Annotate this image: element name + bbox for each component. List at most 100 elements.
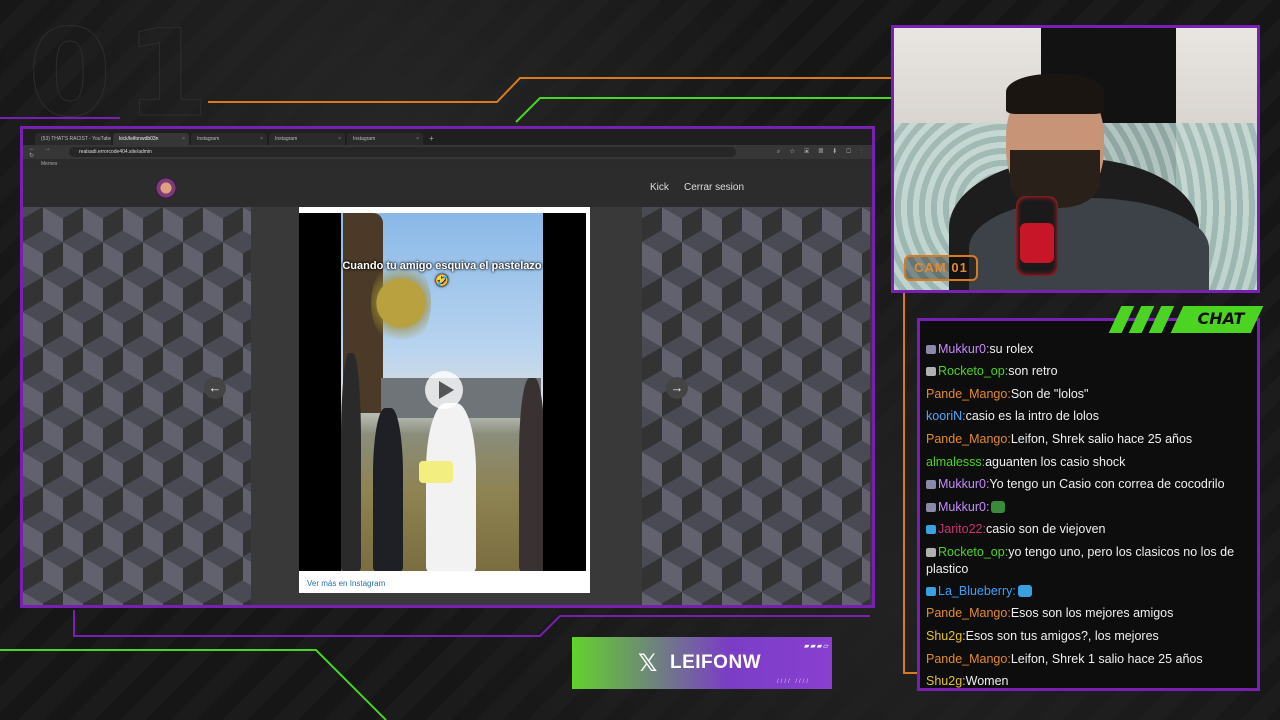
chat-username[interactable]: Pande_Mango bbox=[926, 606, 1007, 620]
close-tab-icon[interactable]: × bbox=[260, 133, 263, 145]
user-badge-icon bbox=[926, 345, 936, 354]
video-player[interactable]: Cuando tu amigo esquiva el pastelazo 🤣 bbox=[299, 213, 586, 571]
chat-text: Women bbox=[965, 674, 1009, 688]
chat-username[interactable]: Mukkur0 bbox=[938, 500, 986, 514]
chat-text: casio es la intro de lolos bbox=[965, 409, 1100, 423]
chat-username[interactable]: Rocketo_op bbox=[938, 545, 1005, 559]
chat-text: casio son de viejoven bbox=[985, 522, 1106, 536]
chat-message: Pande_Mango:Son de "lolos" bbox=[926, 386, 1252, 403]
new-tab-button[interactable]: + bbox=[425, 133, 438, 145]
banner-decoration: ▰▰▰▱ bbox=[804, 643, 830, 650]
browser-tab[interactable]: (53) THAT'S RACIST - YouTube × bbox=[35, 133, 111, 145]
chat-username[interactable]: Pande_Mango bbox=[926, 432, 1007, 446]
cam-label: CAM 01 bbox=[904, 255, 978, 281]
cube-pattern-left bbox=[23, 207, 251, 605]
person-left bbox=[373, 408, 403, 571]
chat-username[interactable]: kooriN bbox=[926, 409, 962, 423]
close-tab-icon[interactable]: × bbox=[416, 133, 419, 145]
browser-tab-label: Instagram bbox=[197, 136, 220, 142]
chat-text: su rolex bbox=[989, 342, 1034, 356]
user-badge-icon bbox=[926, 525, 936, 534]
nav-buttons[interactable]: ← → ↻ bbox=[23, 146, 69, 159]
browser-capture: (53) THAT'S RACIST - YouTube × kick/leifon… bbox=[20, 126, 875, 608]
user-badge-icon bbox=[926, 587, 936, 596]
extension-icons[interactable]: ⌕ ☆ ▣ ▤ ⬇ ▢ ⋮ bbox=[736, 149, 872, 156]
chat-message: almalesss:aguanten los casio shock bbox=[926, 454, 1252, 471]
chat-message: Pande_Mango:Esos son los mejores amigos bbox=[926, 605, 1252, 622]
nav-link-logout[interactable]: Cerrar sesion bbox=[684, 182, 744, 193]
social-banner: 𝕏 LEIFONW ▰▰▰▱ //// //// bbox=[572, 637, 832, 689]
chat-separator: : bbox=[1012, 584, 1016, 598]
site-logo[interactable] bbox=[155, 177, 177, 199]
close-tab-icon[interactable]: × bbox=[338, 133, 341, 145]
chat-username[interactable]: almalesss bbox=[926, 455, 982, 469]
next-arrow-button[interactable]: → bbox=[666, 377, 688, 399]
nav-link-kick[interactable]: Kick bbox=[650, 182, 669, 193]
person-center bbox=[426, 403, 476, 571]
address-bar[interactable]: realsadi.errorcode404.site/admin bbox=[69, 147, 736, 157]
browser-tab[interactable]: Instagram × bbox=[347, 133, 423, 145]
chat-message: Rocketo_op:yo tengo uno, pero los clasic… bbox=[926, 544, 1252, 578]
browser-tab[interactable]: Instagram × bbox=[191, 133, 267, 145]
instagram-embed: Cuando tu amigo esquiva el pastelazo 🤣 V… bbox=[299, 207, 590, 593]
browser-tabbar: (53) THAT'S RACIST - YouTube × kick/leifon… bbox=[23, 129, 872, 145]
chat-text: Esos son tus amigos?, los mejores bbox=[965, 629, 1159, 643]
chat-message: Pande_Mango:Leifon, Shrek 1 salio hace 2… bbox=[926, 651, 1252, 668]
user-badge-icon bbox=[926, 548, 936, 557]
browser-tab[interactable]: Instagram × bbox=[269, 133, 345, 145]
social-handle: LEIFONW bbox=[670, 652, 762, 673]
chat-username[interactable]: Shu2g bbox=[926, 629, 962, 643]
chat-title: CHAT bbox=[1197, 309, 1245, 328]
chat-message: La_Blueberry: bbox=[926, 583, 1252, 600]
prev-arrow-button[interactable]: ← bbox=[204, 377, 226, 399]
chat-username[interactable]: Mukkur0 bbox=[938, 477, 986, 491]
chat-message: Jarito22:casio son de viejoven bbox=[926, 521, 1252, 538]
browser-tab[interactable]: kick/leifonwdb03n × bbox=[113, 133, 189, 145]
user-badge-icon bbox=[926, 480, 936, 489]
cube-pattern-right bbox=[642, 207, 870, 605]
microphone-light bbox=[1020, 223, 1054, 263]
cake bbox=[419, 461, 453, 483]
browser-tab-label: Instagram bbox=[353, 136, 376, 142]
video-frame: Cuando tu amigo esquiva el pastelazo 🤣 bbox=[341, 213, 543, 571]
chat-username[interactable]: Pande_Mango bbox=[926, 387, 1007, 401]
chat-username[interactable]: Pande_Mango bbox=[926, 652, 1007, 666]
play-icon[interactable] bbox=[425, 371, 463, 409]
chat-username[interactable]: Rocketo_op bbox=[938, 364, 1005, 378]
chat-separator: : bbox=[985, 500, 990, 514]
close-tab-icon[interactable]: × bbox=[104, 133, 107, 145]
chat-text: Esos son los mejores amigos bbox=[1010, 606, 1174, 620]
user-badge-icon bbox=[926, 367, 936, 376]
chat-username[interactable]: Mukkur0 bbox=[938, 342, 986, 356]
chat-message: kooriN:casio es la intro de lolos bbox=[926, 408, 1252, 425]
cam-person-hair bbox=[1006, 74, 1104, 114]
person-edge bbox=[341, 353, 361, 571]
chat-text: Son de "lolos" bbox=[1010, 387, 1089, 401]
browser-tab-label: Instagram bbox=[275, 136, 298, 142]
emote-icon bbox=[991, 501, 1006, 513]
chat-stripe bbox=[1148, 306, 1175, 333]
chat-header: CHAT bbox=[1108, 306, 1264, 333]
browser-toolbar: ← → ↻ realsadi.errorcode404.site/admin ⌕… bbox=[23, 145, 872, 159]
chat-message: Rocketo_op:son retro bbox=[926, 363, 1252, 380]
chat-message: Pande_Mango:Leifon, Shrek salio hace 25 … bbox=[926, 431, 1252, 448]
bookmarks-bar: Memes bbox=[23, 159, 872, 169]
cam-person-body bbox=[969, 198, 1209, 290]
webcam-panel: CAM 01 bbox=[891, 25, 1260, 293]
bookmark-memes[interactable]: Memes bbox=[41, 161, 57, 167]
chat-username[interactable]: La_Blueberry bbox=[938, 584, 1012, 598]
chat-message: Mukkur0: bbox=[926, 499, 1252, 516]
chat-panel: Mukkur0: su rolex Rocketo_op:son retro Pand… bbox=[917, 318, 1260, 691]
video-caption: Cuando tu amigo esquiva el pastelazo 🤣 bbox=[342, 260, 542, 287]
x-icon: 𝕏 bbox=[638, 649, 658, 677]
banner-decoration: //// //// bbox=[777, 679, 811, 685]
chat-text: aguanten los casio shock bbox=[985, 455, 1126, 469]
chat-message: Shu2g:Women bbox=[926, 673, 1252, 688]
chat-username[interactable]: Shu2g bbox=[926, 674, 962, 688]
instagram-link[interactable]: Ver más en Instagram bbox=[307, 579, 385, 588]
site-header: Kick Cerrar sesion bbox=[23, 169, 872, 207]
chat-text: Yo tengo un Casio con correa de cocodril… bbox=[989, 477, 1225, 491]
site-main: ← → Cuando tu amigo esquiva el pastelazo… bbox=[23, 207, 872, 605]
close-tab-icon[interactable]: × bbox=[182, 133, 185, 145]
chat-username[interactable]: Jarito22 bbox=[938, 522, 982, 536]
